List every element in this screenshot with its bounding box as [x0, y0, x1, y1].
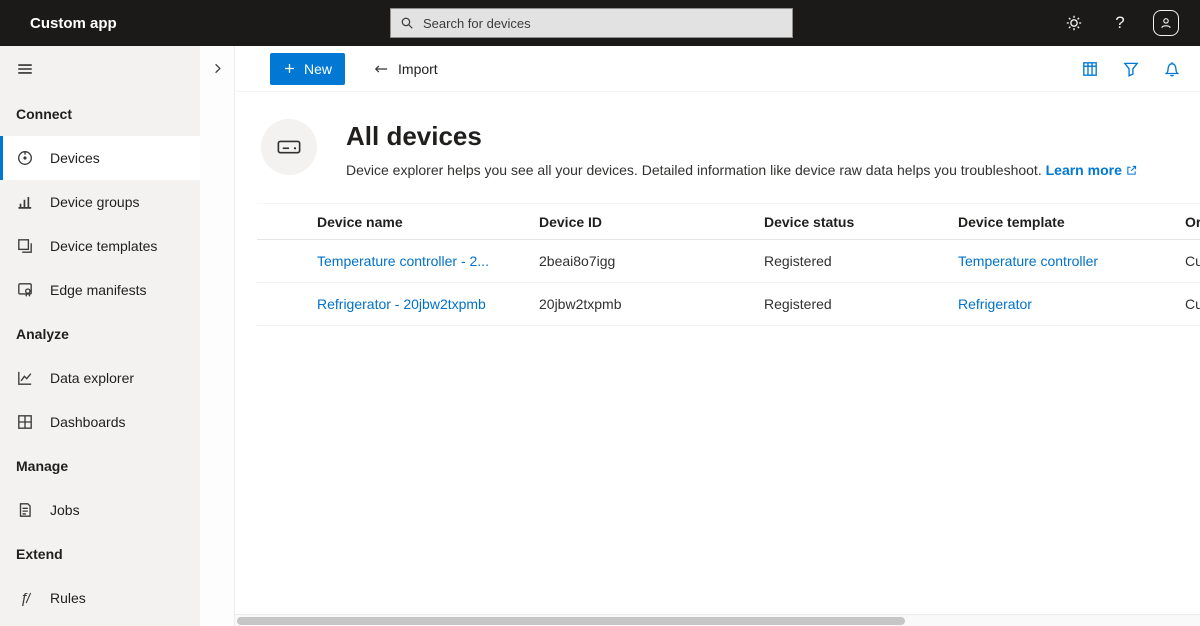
device-name-link[interactable]: Refrigerator - 20jbw2txpmb	[317, 296, 486, 312]
account-button[interactable]	[1148, 5, 1184, 41]
table-row[interactable]: Temperature controller - 2... 2beai8o7ig…	[257, 239, 1200, 283]
help-button[interactable]: ?	[1102, 5, 1138, 41]
device-templates-icon	[16, 237, 34, 255]
device-icon	[261, 119, 317, 175]
sidebar-item-label: Device groups	[50, 194, 140, 210]
column-header-device-template[interactable]: Device template	[958, 203, 1185, 240]
sidebar-item-label: Rules	[50, 590, 86, 606]
new-button[interactable]: New	[270, 52, 346, 85]
device-status-cell: Registered	[764, 282, 958, 326]
command-bar-actions	[1081, 60, 1181, 78]
dashboards-icon	[16, 413, 34, 431]
settings-icon	[1065, 14, 1083, 32]
device-template-link[interactable]: Temperature controller	[958, 253, 1098, 269]
sidebar: Connect Devices Device groups Device tem…	[0, 46, 200, 626]
sidebar-item-label: Dashboards	[50, 414, 126, 430]
chevron-right-icon[interactable]	[210, 61, 225, 76]
search-box[interactable]	[390, 8, 793, 38]
column-header-organization[interactable]: Or	[1185, 203, 1200, 240]
sidebar-item-device-templates[interactable]: Device templates	[0, 224, 200, 268]
device-template-link[interactable]: Refrigerator	[958, 296, 1032, 312]
search-input[interactable]	[421, 14, 783, 32]
column-header-device-id[interactable]: Device ID	[539, 203, 764, 240]
plus-icon	[283, 62, 296, 75]
sidebar-item-label: Edge manifests	[50, 282, 147, 298]
sidebar-item-data-explorer[interactable]: Data explorer	[0, 356, 200, 400]
sidebar-section-analyze: Analyze	[16, 326, 69, 342]
sidebar-item-device-groups[interactable]: Device groups	[0, 180, 200, 224]
new-button-label: New	[304, 60, 333, 77]
table-header-row: Device name Device ID Device status Devi…	[257, 203, 1200, 240]
sidebar-collapse-rail	[200, 46, 235, 626]
device-id-cell: 20jbw2txpmb	[539, 282, 764, 326]
device-groups-icon	[16, 193, 34, 211]
page-header-text: All devices Device explorer helps you se…	[346, 119, 1138, 178]
data-explorer-icon	[16, 369, 34, 387]
import-button-label: Import	[398, 60, 438, 77]
external-link-icon	[1125, 164, 1138, 177]
arrow-left-icon	[373, 62, 389, 76]
import-button[interactable]: Import	[367, 60, 444, 78]
scrollbar-thumb[interactable]	[237, 617, 905, 625]
horizontal-scrollbar[interactable]	[235, 614, 1200, 626]
sidebar-section-extend: Extend	[16, 546, 63, 562]
sidebar-item-dashboards[interactable]: Dashboards	[0, 400, 200, 444]
sidebar-item-edge-manifests[interactable]: Edge manifests	[0, 268, 200, 312]
account-icon	[1153, 10, 1179, 36]
sidebar-item-label: Data explorer	[50, 370, 135, 386]
sidebar-item-label: Devices	[50, 150, 100, 166]
page-title: All devices	[346, 121, 482, 151]
page-header: All devices Device explorer helps you se…	[235, 92, 1200, 178]
sidebar-item-label: Device templates	[50, 238, 158, 254]
main-layout: Connect Devices Device groups Device tem…	[0, 46, 1200, 626]
sidebar-section-connect: Connect	[16, 106, 72, 122]
edge-manifests-icon	[16, 281, 34, 299]
devices-table: Device name Device ID Device status Devi…	[257, 203, 1200, 326]
sidebar-item-rules[interactable]: ƒ Rules	[0, 576, 200, 620]
organization-cell: Cu	[1185, 239, 1200, 283]
hamburger-menu-icon[interactable]	[16, 60, 34, 78]
table-row[interactable]: Refrigerator - 20jbw2txpmb 20jbw2txpmb R…	[257, 282, 1200, 326]
rules-icon: ƒ	[16, 589, 34, 607]
sidebar-item-devices[interactable]: Devices	[0, 136, 200, 180]
filter-icon[interactable]	[1122, 60, 1140, 78]
help-icon: ?	[1115, 13, 1125, 32]
device-id-cell: 2beai8o7igg	[539, 239, 764, 283]
command-bar: New Import	[235, 46, 1200, 92]
settings-button[interactable]	[1056, 5, 1092, 41]
column-options-icon[interactable]	[1081, 60, 1099, 78]
bell-icon[interactable]	[1163, 60, 1181, 78]
column-header-device-name[interactable]: Device name	[257, 203, 539, 240]
topbar: Custom app ?	[0, 0, 1200, 46]
learn-more-link[interactable]: Learn more	[1046, 162, 1138, 178]
search-icon	[400, 16, 414, 30]
device-name-link[interactable]: Temperature controller - 2...	[317, 253, 489, 269]
topbar-actions: ?	[1056, 5, 1200, 41]
svg-text:ƒ: ƒ	[20, 591, 28, 607]
column-header-device-status[interactable]: Device status	[764, 203, 958, 240]
device-status-cell: Registered	[764, 239, 958, 283]
organization-cell: Cu	[1185, 282, 1200, 326]
page-description: Device explorer helps you see all your d…	[346, 162, 1138, 178]
content-area: New Import All devices Device explorer h…	[235, 46, 1200, 626]
app-title: Custom app	[30, 14, 117, 32]
sidebar-item-jobs[interactable]: Jobs	[0, 488, 200, 532]
devices-icon	[16, 149, 34, 167]
jobs-icon	[16, 501, 34, 519]
sidebar-section-manage: Manage	[16, 458, 69, 474]
sidebar-item-label: Jobs	[50, 502, 80, 518]
